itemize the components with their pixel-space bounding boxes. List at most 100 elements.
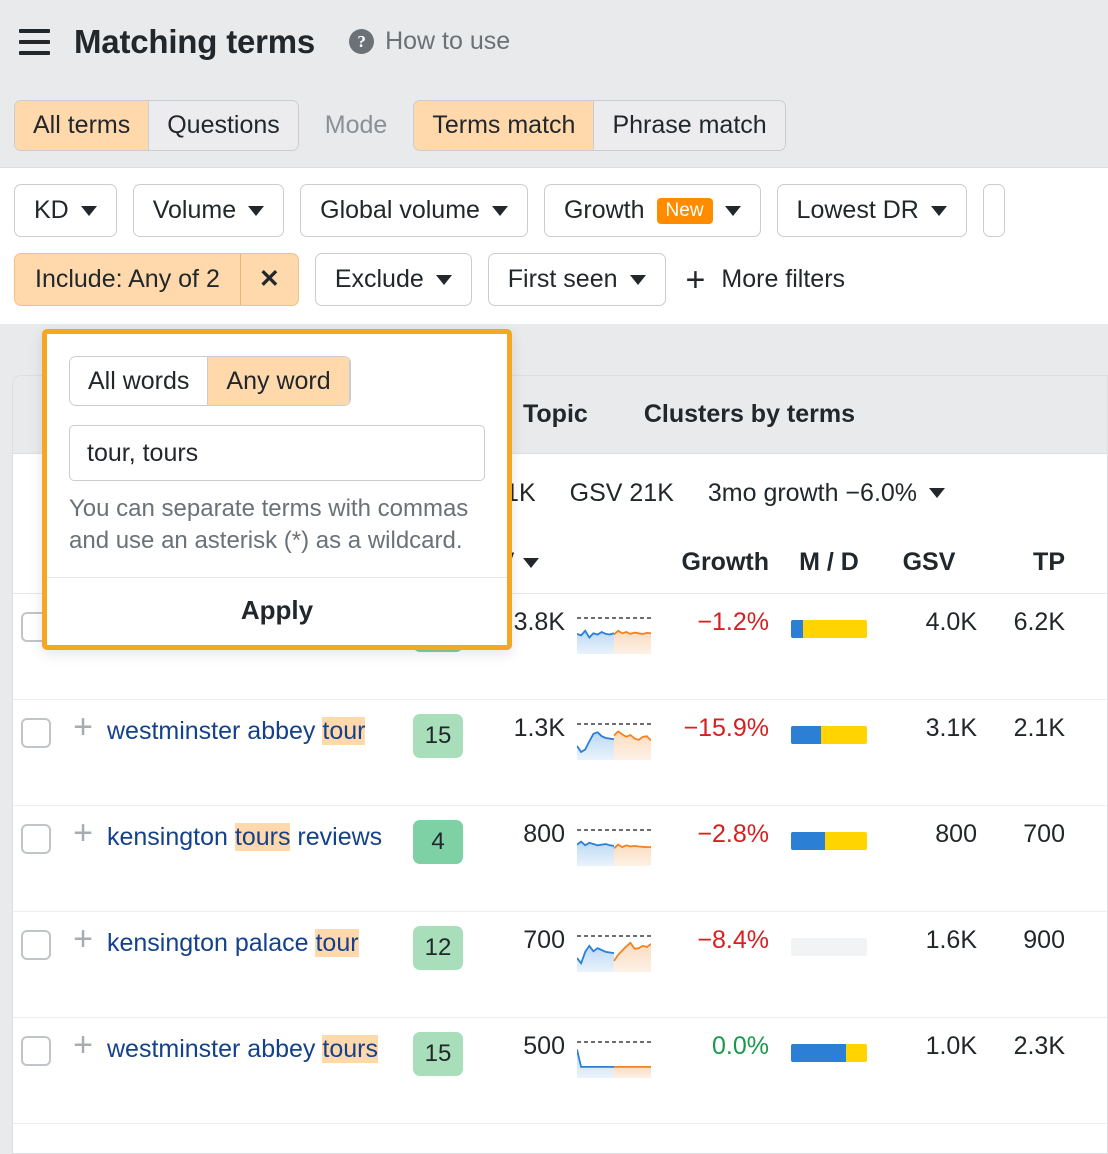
keyword-link[interactable]: westminster abbey tour	[107, 717, 365, 745]
row-add-cell: +	[59, 820, 107, 846]
table-row[interactable]: +westminster abbey tours155000.0%1.0K2.3…	[13, 1018, 1107, 1124]
row-md-cell	[777, 926, 881, 956]
tab-terms-match[interactable]: Terms match	[414, 101, 594, 150]
tabs-row: All terms Questions Mode Terms match Phr…	[0, 83, 1108, 168]
how-to-use-link[interactable]: ? How to use	[349, 27, 510, 56]
match-mode-segmented-control: All words Any word	[69, 356, 351, 406]
md-bar	[791, 726, 867, 744]
kd-badge: 4	[413, 820, 463, 864]
tab-all-terms[interactable]: All terms	[15, 101, 149, 150]
more-filters-label: More filters	[721, 265, 845, 294]
header-gsv[interactable]: GSV	[881, 548, 977, 577]
table-row[interactable]: +kensington palace tour12700−8.4%1.6K900	[13, 912, 1107, 1018]
row-checkbox[interactable]	[21, 1036, 51, 1066]
keyword-text: westminster abbey	[107, 717, 322, 745]
mode-segmented-control: Terms match Phrase match	[413, 100, 785, 151]
chevron-down-icon	[248, 206, 264, 216]
row-keyword-cell: westminster abbey tour	[107, 714, 409, 750]
row-trend-sparkline	[571, 608, 657, 654]
filter-first-seen[interactable]: First seen	[488, 253, 666, 306]
keyword-link[interactable]: westminster abbey tours	[107, 1035, 378, 1063]
filter-exclude[interactable]: Exclude	[315, 253, 472, 306]
filter-volume-label: Volume	[153, 196, 236, 225]
row-tp: 700	[977, 820, 1073, 849]
add-to-list-icon[interactable]: +	[73, 1032, 93, 1058]
filter-growth[interactable]: Growth New	[544, 184, 761, 237]
chevron-down-icon	[630, 275, 646, 285]
header-md[interactable]: M / D	[777, 548, 881, 577]
apply-button[interactable]: Apply	[241, 595, 313, 625]
hamburger-icon[interactable]	[14, 22, 54, 62]
question-mark-icon: ?	[349, 29, 374, 54]
row-gsv: 1.6K	[881, 926, 977, 955]
row-checkbox-cell	[13, 926, 59, 960]
row-add-cell: +	[59, 1032, 107, 1058]
chevron-down-icon	[931, 206, 947, 216]
row-tp: 900	[977, 926, 1073, 955]
header-tp[interactable]: TP	[977, 548, 1073, 577]
row-sv: 1.3K	[467, 714, 571, 743]
keyword-link[interactable]: kensington tours reviews	[107, 823, 382, 851]
md-bar	[791, 832, 867, 850]
row-kd-cell: 15	[409, 1032, 467, 1076]
keyword-link[interactable]: kensington palace tour	[107, 929, 359, 957]
filter-include-label: Include: Any of 2	[15, 254, 240, 305]
filter-include-applied[interactable]: Include: Any of 2 ✕	[14, 253, 299, 306]
include-terms-popup: All words Any word You can separate term…	[42, 329, 512, 650]
filter-global-volume[interactable]: Global volume	[300, 184, 528, 237]
tab-phrase-match[interactable]: Phrase match	[594, 101, 784, 150]
option-all-words[interactable]: All words	[70, 357, 208, 405]
keyword-text: reviews	[290, 823, 382, 851]
filter-global-volume-label: Global volume	[320, 196, 480, 225]
filter-lowest-dr-label: Lowest DR	[797, 196, 919, 225]
header-trend	[571, 561, 657, 565]
row-kd-cell: 4	[409, 820, 467, 864]
row-md-cell	[777, 820, 881, 850]
more-filters-button[interactable]: + More filters	[682, 263, 846, 297]
row-add-cell: +	[59, 714, 107, 740]
row-trend-sparkline	[571, 926, 657, 972]
row-checkbox-cell	[13, 820, 59, 854]
app-header: Matching terms ? How to use	[0, 0, 1108, 83]
filter-volume[interactable]: Volume	[133, 184, 284, 237]
row-checkbox[interactable]	[21, 930, 51, 960]
highlighted-term: tour	[315, 929, 358, 957]
row-checkbox[interactable]	[21, 718, 51, 748]
row-keyword-cell: kensington tours reviews	[107, 820, 409, 856]
row-checkbox[interactable]	[21, 824, 51, 854]
filter-row-primary: KD Volume Global volume Growth New Lowes…	[14, 184, 1108, 237]
add-to-list-icon[interactable]: +	[73, 820, 93, 846]
summary-growth-label: 3mo growth −6.0%	[708, 479, 917, 508]
add-to-list-icon[interactable]: +	[73, 926, 93, 952]
row-sv: 700	[467, 926, 571, 955]
terms-input[interactable]	[69, 425, 485, 481]
filter-overflow-partial[interactable]	[983, 184, 1005, 237]
filter-kd[interactable]: KD	[14, 184, 117, 237]
md-bar-desktop	[846, 1044, 867, 1062]
filter-lowest-dr[interactable]: Lowest DR	[777, 184, 967, 237]
header-growth[interactable]: Growth	[657, 548, 777, 577]
row-sv: 500	[467, 1032, 571, 1061]
new-badge: New	[657, 198, 713, 224]
popup-hint-text: You can separate terms with commas and u…	[69, 493, 485, 557]
row-trend-sparkline	[571, 714, 657, 760]
row-gsv: 1.0K	[881, 1032, 977, 1061]
add-to-list-icon[interactable]: +	[73, 714, 93, 740]
close-icon[interactable]: ✕	[240, 254, 298, 305]
kd-badge: 15	[413, 1032, 463, 1076]
option-any-word[interactable]: Any word	[208, 357, 349, 405]
filter-kd-label: KD	[34, 196, 69, 225]
summary-gsv: GSV 21K	[570, 479, 674, 508]
table-row[interactable]: +westminster abbey tour151.3K−15.9%3.1K2…	[13, 700, 1107, 806]
tab-questions[interactable]: Questions	[149, 101, 298, 150]
md-bar-mobile	[791, 620, 803, 638]
filter-first-seen-label: First seen	[508, 265, 618, 294]
table-row[interactable]: +kensington tours reviews4800−2.8%800700	[13, 806, 1107, 912]
mode-label: Mode	[325, 111, 388, 140]
md-bar-desktop	[821, 726, 867, 744]
summary-growth-dropdown[interactable]: 3mo growth −6.0%	[708, 479, 945, 508]
card-tab-clusters-by-terms[interactable]: Clusters by terms	[614, 400, 881, 429]
md-bar	[791, 1044, 867, 1062]
kd-badge: 12	[413, 926, 463, 970]
sort-descending-icon	[523, 558, 539, 568]
